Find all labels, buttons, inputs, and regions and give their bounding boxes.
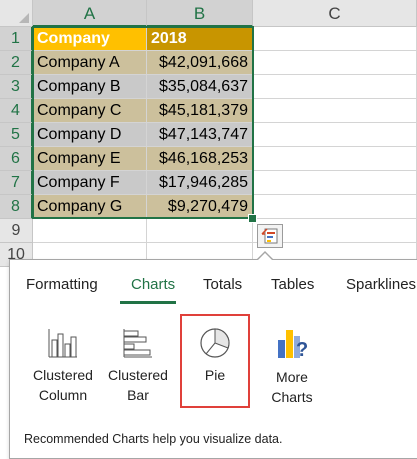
cell-b9[interactable] xyxy=(147,219,253,243)
tab-charts[interactable]: Charts xyxy=(131,276,175,293)
cell-a3[interactable]: Company B xyxy=(33,75,147,99)
pie-label: Pie xyxy=(204,367,226,383)
more-charts-label-1: More xyxy=(276,369,308,385)
select-all-triangle-icon xyxy=(19,13,29,23)
cell-a2[interactable]: Company A xyxy=(33,51,147,75)
row-header-9[interactable]: 9 xyxy=(0,219,33,243)
cell-a1-header[interactable]: Company xyxy=(33,27,147,51)
clustered-column-chart-icon xyxy=(48,329,77,358)
tab-totals[interactable]: Totals xyxy=(203,276,242,293)
more-charts-option[interactable]: ? More Charts xyxy=(256,316,328,408)
cell-b7[interactable]: $17,946,285 xyxy=(147,171,253,195)
cell-a8[interactable]: Company G xyxy=(33,195,147,219)
fill-handle[interactable] xyxy=(248,214,257,223)
panel-pointer-inner xyxy=(257,253,273,261)
cell-b4[interactable]: $45,181,379 xyxy=(147,99,253,123)
cell-b3[interactable]: $35,084,637 xyxy=(147,75,253,99)
pie-chart-icon xyxy=(200,328,230,358)
cell-c4[interactable] xyxy=(253,99,417,123)
cell-c5[interactable] xyxy=(253,123,417,147)
cell-c1[interactable] xyxy=(253,27,417,51)
row-header-7[interactable]: 7 xyxy=(0,171,33,195)
cell-b2[interactable]: $42,091,668 xyxy=(147,51,253,75)
svg-text:?: ? xyxy=(296,339,308,361)
clustered-bar-label-1: Clustered xyxy=(108,367,168,383)
cell-c2[interactable] xyxy=(253,51,417,75)
cell-a5[interactable]: Company D xyxy=(33,123,147,147)
clustered-column-option[interactable]: Clustered Column xyxy=(27,316,99,408)
cell-a7[interactable]: Company F xyxy=(33,171,147,195)
clustered-bar-label-2: Bar xyxy=(127,387,149,403)
column-header-a[interactable]: A xyxy=(33,0,147,27)
column-header-b[interactable]: B xyxy=(147,0,253,27)
select-all-corner[interactable] xyxy=(0,0,33,27)
clustered-bar-option[interactable]: Clustered Bar xyxy=(102,316,174,408)
cell-b5[interactable]: $47,143,747 xyxy=(147,123,253,147)
quick-analysis-icon xyxy=(261,228,278,244)
tab-sparklines[interactable]: Sparklines xyxy=(346,276,416,293)
cell-a9[interactable] xyxy=(33,219,147,243)
cell-b6[interactable]: $46,168,253 xyxy=(147,147,253,171)
cell-c3[interactable] xyxy=(253,75,417,99)
cell-c7[interactable] xyxy=(253,171,417,195)
cell-a6[interactable]: Company E xyxy=(33,147,147,171)
column-header-c[interactable]: C xyxy=(253,0,417,27)
cell-b8[interactable]: $9,270,479 xyxy=(147,195,253,219)
tab-tables[interactable]: Tables xyxy=(271,276,314,293)
more-charts-icon: ? xyxy=(278,330,308,361)
panel-hint-text: Recommended Charts help you visualize da… xyxy=(24,432,283,446)
clustered-column-label-2: Column xyxy=(38,387,88,403)
row-header-4[interactable]: 4 xyxy=(0,99,33,123)
row-header-6[interactable]: 6 xyxy=(0,147,33,171)
clustered-column-label-1: Clustered xyxy=(33,367,93,383)
quick-analysis-button[interactable] xyxy=(257,224,283,248)
row-header-5[interactable]: 5 xyxy=(0,123,33,147)
row-header-8[interactable]: 8 xyxy=(0,195,33,219)
cell-b1-header[interactable]: 2018 xyxy=(147,27,253,51)
pie-option[interactable]: Pie xyxy=(180,314,250,408)
tab-formatting[interactable]: Formatting xyxy=(26,276,98,293)
row-header-1[interactable]: 1 xyxy=(0,27,33,51)
more-charts-label-2: Charts xyxy=(271,389,313,405)
cell-c8[interactable] xyxy=(253,195,417,219)
cell-a4[interactable]: Company C xyxy=(33,99,147,123)
row-header-2[interactable]: 2 xyxy=(0,51,33,75)
cell-c6[interactable] xyxy=(253,147,417,171)
row-header-3[interactable]: 3 xyxy=(0,75,33,99)
clustered-bar-chart-icon xyxy=(123,329,152,358)
active-tab-indicator xyxy=(120,301,176,304)
